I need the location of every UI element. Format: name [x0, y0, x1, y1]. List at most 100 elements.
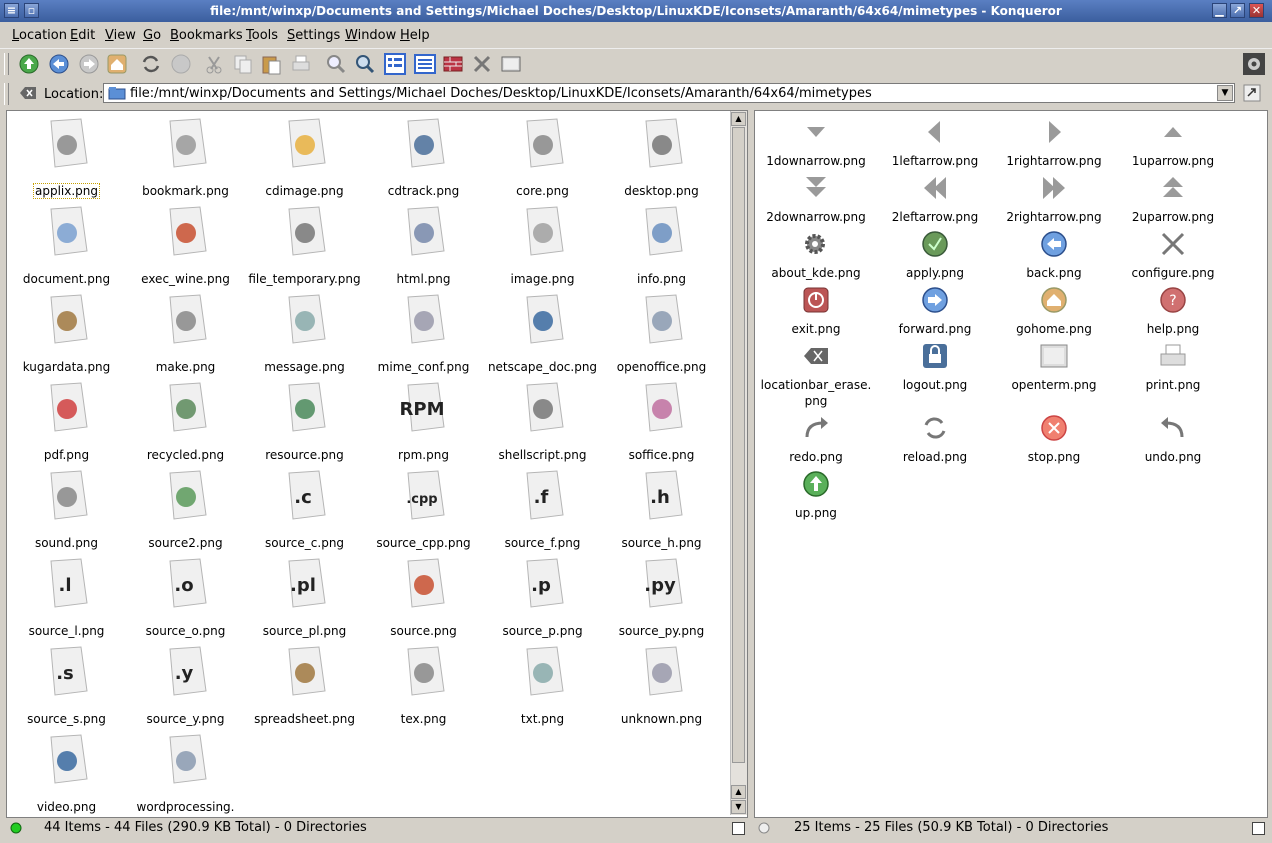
file-item[interactable]: locationbar_erase. png [755, 341, 877, 408]
file-item[interactable]: recycled.png [126, 375, 245, 463]
file-item[interactable]: message.png [245, 287, 364, 375]
left-file-view[interactable]: applix.png bookmark.png cdimage.png cdtrack… [6, 110, 748, 818]
file-item[interactable]: logout.png [874, 341, 996, 397]
link-view-checkbox-right[interactable] [1252, 822, 1265, 835]
file-item[interactable]: spreadsheet.png [245, 639, 364, 727]
stop-icon[interactable] [170, 53, 192, 75]
file-item[interactable]: gohome.png [993, 285, 1115, 341]
menu-settings[interactable]: Settings [287, 28, 340, 43]
file-item[interactable]: resource.png [245, 375, 364, 463]
list-view-icon[interactable] [414, 53, 436, 75]
menu-go[interactable]: Go [143, 28, 161, 43]
file-item[interactable]: exec_wine.png [126, 199, 245, 287]
file-item[interactable]: source.png [364, 551, 483, 639]
file-item[interactable]: unknown.png [602, 639, 721, 727]
file-item[interactable]: .cpp source_cpp.png [364, 463, 483, 551]
file-item[interactable]: 2leftarrow.png [874, 173, 996, 229]
locationbar-grip[interactable] [4, 83, 9, 105]
file-item[interactable]: desktop.png [602, 111, 721, 199]
file-item[interactable]: .o source_o.png [126, 551, 245, 639]
file-item[interactable]: sound.png [7, 463, 126, 551]
file-item[interactable]: wordprocessing. [126, 727, 245, 815]
print-icon[interactable] [290, 53, 312, 75]
clear-location-icon[interactable] [18, 84, 38, 102]
file-item[interactable]: 1downarrow.png [755, 117, 877, 173]
location-dropdown-button[interactable]: ▼ [1217, 85, 1233, 101]
file-item[interactable]: .f source_f.png [483, 463, 602, 551]
file-item[interactable]: .h source_h.png [602, 463, 721, 551]
cut-icon[interactable] [203, 53, 225, 75]
menu-edit[interactable]: Edit [70, 28, 95, 43]
file-item[interactable]: print.png [1112, 341, 1234, 397]
file-item[interactable]: txt.png [483, 639, 602, 727]
file-item[interactable]: image.png [483, 199, 602, 287]
toolbar-grip[interactable] [4, 53, 9, 75]
maximize-button[interactable]: ↗ [1230, 3, 1245, 18]
forward-icon[interactable] [78, 53, 100, 75]
file-item[interactable]: applix.png [7, 111, 126, 199]
back-icon[interactable] [48, 53, 70, 75]
close-button[interactable]: ✕ [1249, 3, 1264, 18]
copy-icon[interactable] [232, 53, 254, 75]
file-item[interactable]: exit.png [755, 285, 877, 341]
file-item[interactable]: core.png [483, 111, 602, 199]
file-item[interactable]: make.png [126, 287, 245, 375]
file-item[interactable]: back.png [993, 229, 1115, 285]
up-icon[interactable] [18, 53, 40, 75]
reload-icon[interactable] [140, 53, 162, 75]
file-item[interactable]: bookmark.png [126, 111, 245, 199]
file-item[interactable]: .c source_c.png [245, 463, 364, 551]
file-item[interactable]: cdimage.png [245, 111, 364, 199]
file-item[interactable]: reload.png [874, 413, 996, 469]
right-file-view[interactable]: 1downarrow.png 1leftarrow.png 1rightarrow.… [754, 110, 1268, 818]
file-item[interactable]: .py source_py.png [602, 551, 721, 639]
menu-window[interactable]: Window [345, 28, 396, 43]
menu-view[interactable]: View [105, 28, 136, 43]
file-item[interactable]: forward.png [874, 285, 996, 341]
file-item[interactable]: .pl source_pl.png [245, 551, 364, 639]
file-item[interactable]: file_temporary.png [245, 199, 364, 287]
file-item[interactable]: about_kde.png [755, 229, 877, 285]
file-item[interactable]: undo.png [1112, 413, 1234, 469]
file-item[interactable]: cdtrack.png [364, 111, 483, 199]
file-item[interactable]: tex.png [364, 639, 483, 727]
paste-icon[interactable] [260, 53, 282, 75]
file-item[interactable]: apply.png [874, 229, 996, 285]
file-item[interactable]: up.png [755, 469, 877, 525]
file-item[interactable]: ? help.png [1112, 285, 1234, 341]
file-item[interactable]: kugardata.png [7, 287, 126, 375]
file-item[interactable]: openterm.png [993, 341, 1115, 397]
file-item[interactable]: shellscript.png [483, 375, 602, 463]
left-vertical-scrollbar[interactable]: ▲ ▲ ▼ [730, 111, 747, 815]
file-item[interactable]: mime_conf.png [364, 287, 483, 375]
file-item[interactable]: 2downarrow.png [755, 173, 877, 229]
location-input[interactable]: file:/mnt/winxp/Documents and Settings/M… [103, 83, 1235, 103]
icon-view-icon[interactable] [384, 53, 406, 75]
file-item[interactable]: .p source_p.png [483, 551, 602, 639]
tools-icon[interactable] [471, 53, 493, 75]
menu-bookmarks[interactable]: Bookmarks [170, 28, 243, 43]
file-item[interactable]: pdf.png [7, 375, 126, 463]
file-item[interactable]: 1uparrow.png [1112, 117, 1234, 173]
go-icon[interactable] [1243, 84, 1261, 102]
file-item[interactable]: netscape_doc.png [483, 287, 602, 375]
file-item[interactable]: info.png [602, 199, 721, 287]
file-item[interactable]: soffice.png [602, 375, 721, 463]
file-item[interactable]: html.png [364, 199, 483, 287]
file-item[interactable]: RPM rpm.png [364, 375, 483, 463]
file-item[interactable]: .l source_l.png [7, 551, 126, 639]
file-item[interactable]: stop.png [993, 413, 1115, 469]
zoom-out-icon[interactable] [325, 53, 347, 75]
file-item[interactable]: document.png [7, 199, 126, 287]
file-item[interactable]: video.png [7, 727, 126, 815]
menu-tools[interactable]: Tools [246, 28, 278, 43]
scroll-down-button[interactable]: ▼ [731, 800, 746, 814]
terminal-icon[interactable] [500, 53, 522, 75]
file-item[interactable]: 2rightarrow.png [993, 173, 1115, 229]
file-item[interactable]: 2uparrow.png [1112, 173, 1234, 229]
menu-help[interactable]: Help [400, 28, 430, 43]
scroll-thumb[interactable] [732, 127, 745, 763]
home-icon[interactable] [106, 53, 128, 75]
menu-location[interactable]: Location [12, 28, 67, 43]
file-item[interactable]: redo.png [755, 413, 877, 469]
